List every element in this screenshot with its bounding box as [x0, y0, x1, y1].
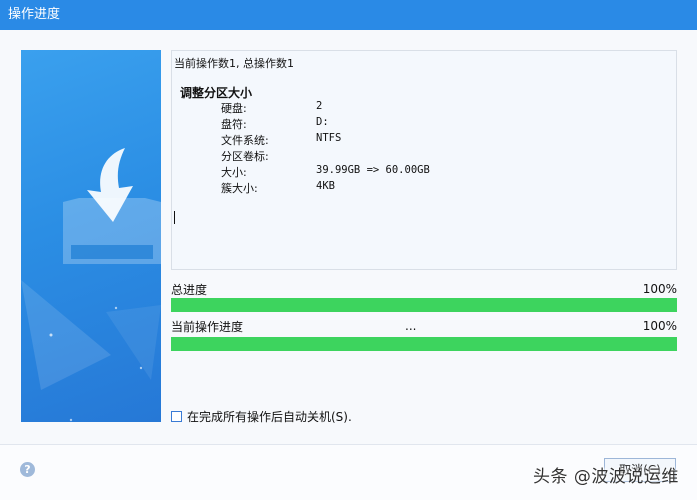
current-progress-bar [171, 337, 677, 351]
current-progress-label: 当前操作进度 [171, 320, 244, 334]
field-value-cluster-size: 4KB [316, 180, 335, 192]
total-progress-bar [171, 298, 677, 312]
field-label-size: 大小: [221, 166, 247, 179]
field-label-file-system: 文件系统: [221, 134, 269, 147]
field-label-volume-label: 分区卷标: [221, 150, 269, 163]
auto-shutdown-label[interactable]: 在完成所有操作后自动关机(S). [187, 408, 352, 425]
field-value-disk: 2 [316, 100, 323, 112]
operation-title: 调整分区大小 [180, 86, 253, 100]
operation-count-header: 当前操作数1, 总操作数1 [174, 57, 294, 70]
field-value-drive-letter: D: [316, 116, 329, 128]
window-title-bar: 操作进度 [0, 0, 697, 30]
total-progress-label: 总进度 [171, 283, 208, 297]
window-title: 操作进度 [8, 7, 61, 22]
disk-download-illustration [21, 148, 161, 422]
field-value-file-system: NTFS [316, 132, 342, 144]
current-progress-status: ... [405, 319, 417, 333]
total-progress-fill [171, 298, 677, 312]
operation-log[interactable]: 当前操作数1, 总操作数1 调整分区大小 硬盘: 2 盘符: D: 文件系统: … [171, 50, 677, 270]
field-value-size: 39.99GB => 60.00GB [316, 164, 430, 176]
field-label-cluster-size: 簇大小: [221, 182, 258, 195]
auto-shutdown-checkbox[interactable] [171, 410, 182, 422]
auto-shutdown-option[interactable]: 在完成所有操作后自动关机(S). [171, 408, 352, 424]
watermark-text: 头条 @波波说运维 [533, 467, 679, 487]
current-progress-fill [171, 337, 677, 351]
side-banner [21, 50, 161, 422]
field-label-disk: 硬盘: [221, 102, 247, 115]
field-label-drive-letter: 盘符: [221, 118, 247, 131]
text-caret [174, 211, 175, 224]
help-icon[interactable]: ? [20, 462, 35, 477]
total-progress-percent: 100% [642, 282, 677, 296]
current-progress-percent: 100% [642, 319, 677, 333]
